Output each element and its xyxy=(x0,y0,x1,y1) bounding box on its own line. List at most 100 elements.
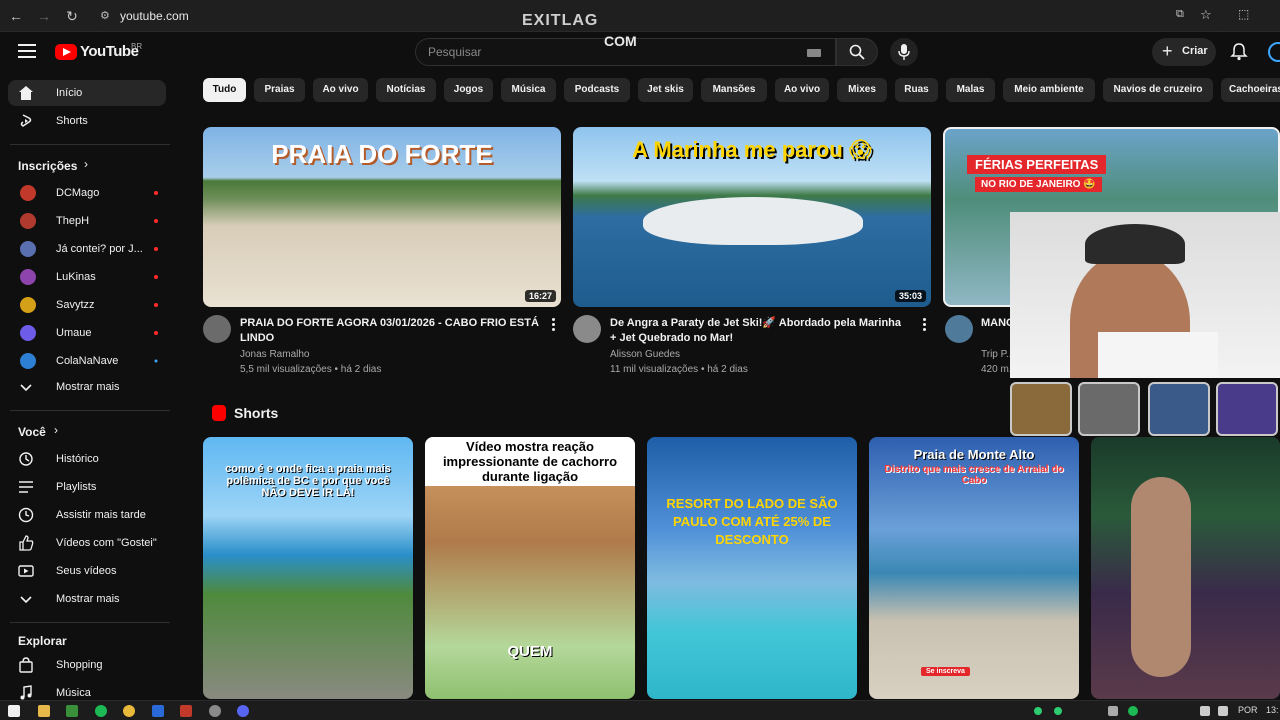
reload-icon[interactable]: ↻ xyxy=(64,8,80,24)
chip-mixes[interactable]: Mixes xyxy=(837,78,887,102)
sidebar-item-label: Assistir mais tarde xyxy=(56,509,146,521)
wifi-icon[interactable] xyxy=(1200,706,1210,716)
short-card[interactable]: Praia de Monte Alto Distrito que mais cr… xyxy=(869,437,1079,699)
account-avatar[interactable] xyxy=(1268,42,1280,62)
you-heading[interactable]: Você xyxy=(18,425,46,439)
chip-meio-ambiente[interactable]: Meio ambiente xyxy=(1003,78,1095,102)
channel-avatar[interactable] xyxy=(203,315,231,343)
video-thumbnail[interactable]: PRAIA DO FORTE 16:27 xyxy=(203,127,561,307)
subscription-item[interactable]: Savytzz xyxy=(8,292,166,318)
channel-name[interactable]: Alisson Guedes xyxy=(610,347,680,362)
subscription-item[interactable]: Já contei? por J... xyxy=(8,236,166,262)
chip-cachoeiras[interactable]: Cachoeiras xyxy=(1221,78,1280,102)
subscription-item[interactable]: DCMago xyxy=(8,180,166,206)
clock[interactable]: 13: xyxy=(1266,705,1279,715)
chip-malas[interactable]: Malas xyxy=(946,78,995,102)
show-more-subscriptions[interactable]: Mostrar mais xyxy=(8,374,166,400)
tray-icon[interactable] xyxy=(1128,706,1138,716)
tray-icon[interactable] xyxy=(1034,707,1042,715)
youtube-logo-text[interactable]: YouTube xyxy=(80,43,139,60)
plus-icon: + xyxy=(1162,41,1173,61)
sidebar-item-watch-later[interactable]: Assistir mais tarde xyxy=(8,502,166,528)
sidebar-item-shorts[interactable]: Shorts xyxy=(8,108,166,134)
channel-avatar[interactable] xyxy=(573,315,601,343)
subscription-item[interactable]: ColaNaNave xyxy=(8,348,166,374)
shopping-bag-icon xyxy=(19,657,33,673)
video-title[interactable]: PRAIA DO FORTE AGORA 03/01/2026 - CABO F… xyxy=(240,316,540,346)
short-card[interactable] xyxy=(1091,437,1280,699)
video-title[interactable]: De Angra a Paraty de Jet Ski!🚀 Abordado … xyxy=(610,316,910,346)
search-button[interactable] xyxy=(836,38,878,66)
sidebar-item-home[interactable]: Início xyxy=(8,80,166,106)
channel-avatar[interactable] xyxy=(945,315,973,343)
subscription-item[interactable]: Umaue xyxy=(8,320,166,346)
more-actions-icon[interactable] xyxy=(923,318,927,332)
boat-shape xyxy=(643,197,863,245)
create-button[interactable]: + Criar xyxy=(1152,38,1216,66)
new-content-dot-icon xyxy=(154,359,158,363)
chip-ruas[interactable]: Ruas xyxy=(895,78,938,102)
short-card[interactable]: como é e onde fica a praia mais polêmica… xyxy=(203,437,413,699)
bookmark-star-icon[interactable]: ☆ xyxy=(1200,7,1212,23)
chevron-down-icon xyxy=(20,384,32,392)
spotify-icon[interactable] xyxy=(95,705,107,717)
short-card[interactable]: Vídeo mostra reação impressionante de ca… xyxy=(425,437,635,699)
chip-praias[interactable]: Praias xyxy=(254,78,305,102)
back-icon[interactable]: ← xyxy=(8,8,24,24)
app-icon[interactable] xyxy=(152,705,164,717)
sidebar-item-history[interactable]: Histórico xyxy=(8,446,166,472)
chip-ao-vivo[interactable]: Ao vivo xyxy=(313,78,368,102)
app-icon[interactable] xyxy=(66,705,78,717)
sidebar-item-liked-videos[interactable]: Vídeos com "Gostei" xyxy=(8,530,166,556)
chip-noticias[interactable]: Notícias xyxy=(376,78,436,102)
subscription-item[interactable]: LuKinas xyxy=(8,264,166,290)
video-thumbnail[interactable]: A Marinha me parou 😱 35:03 xyxy=(573,127,931,307)
tray-icon[interactable] xyxy=(1054,707,1062,715)
extensions-icon[interactable]: ⬚ xyxy=(1238,7,1249,21)
app-icon[interactable] xyxy=(180,705,192,717)
chip-mansoes[interactable]: Mansões xyxy=(701,78,767,102)
sidebar-item-shopping[interactable]: Shopping xyxy=(8,652,166,678)
subscriptions-heading[interactable]: Inscrições xyxy=(18,159,77,173)
language-indicator[interactable]: POR xyxy=(1238,705,1258,715)
show-more-you[interactable]: Mostrar mais xyxy=(8,586,166,612)
menu-icon[interactable] xyxy=(18,44,36,58)
channel-name[interactable]: Trip P... xyxy=(981,347,1011,362)
chip-ao-vivo-2[interactable]: Ao vivo xyxy=(775,78,829,102)
discord-icon[interactable] xyxy=(237,705,249,717)
address-bar[interactable]: ⚙ xyxy=(92,4,1228,28)
chip-podcasts[interactable]: Podcasts xyxy=(564,78,630,102)
chip-tudo[interactable]: Tudo xyxy=(203,78,246,102)
install-icon[interactable]: ⧉ xyxy=(1176,8,1184,21)
chip-musica[interactable]: Música xyxy=(501,78,556,102)
exitlag-overlay-logo: EXITLAG xyxy=(522,12,599,29)
channel-name[interactable]: Jonas Ramalho xyxy=(240,347,309,362)
chip-jogos[interactable]: Jogos xyxy=(444,78,493,102)
notifications-bell-icon[interactable] xyxy=(1230,43,1248,61)
sidebar-item-playlists[interactable]: Playlists xyxy=(8,474,166,500)
file-explorer-icon[interactable] xyxy=(38,705,50,717)
subscription-item[interactable]: ThepH xyxy=(8,208,166,234)
more-actions-icon[interactable] xyxy=(552,318,556,332)
webcam-overlay xyxy=(1010,212,1280,378)
chip-navios-de-cruzeiro[interactable]: Navios de cruzeiro xyxy=(1103,78,1213,102)
channel-name: Savytzz xyxy=(56,299,95,311)
sidebar-item-label: Shorts xyxy=(56,115,88,127)
obs-icon[interactable] xyxy=(209,705,221,717)
site-info-icon[interactable]: ⚙ xyxy=(100,9,110,22)
keyboard-icon[interactable] xyxy=(807,49,821,57)
short-title-overlay: Vídeo mostra reação impressionante de ca… xyxy=(425,437,635,486)
youtube-logo-icon[interactable] xyxy=(55,44,77,60)
forward-icon[interactable]: → xyxy=(36,8,52,24)
os-taskbar: POR 13: xyxy=(0,700,1280,720)
tray-icon[interactable] xyxy=(1108,706,1118,716)
sidebar-item-label: Início xyxy=(56,87,83,99)
short-card[interactable]: RESORT DO LADO DE SÃO PAULO COM ATÉ 25% … xyxy=(647,437,857,699)
chip-jet-skis[interactable]: Jet skis xyxy=(638,78,693,102)
windows-start-icon[interactable] xyxy=(8,705,20,717)
channel-avatar xyxy=(20,353,36,369)
sidebar-item-your-videos[interactable]: Seus vídeos xyxy=(8,558,166,584)
volume-icon[interactable] xyxy=(1218,706,1228,716)
voice-search-button[interactable] xyxy=(890,38,918,66)
chrome-icon[interactable] xyxy=(123,705,135,717)
